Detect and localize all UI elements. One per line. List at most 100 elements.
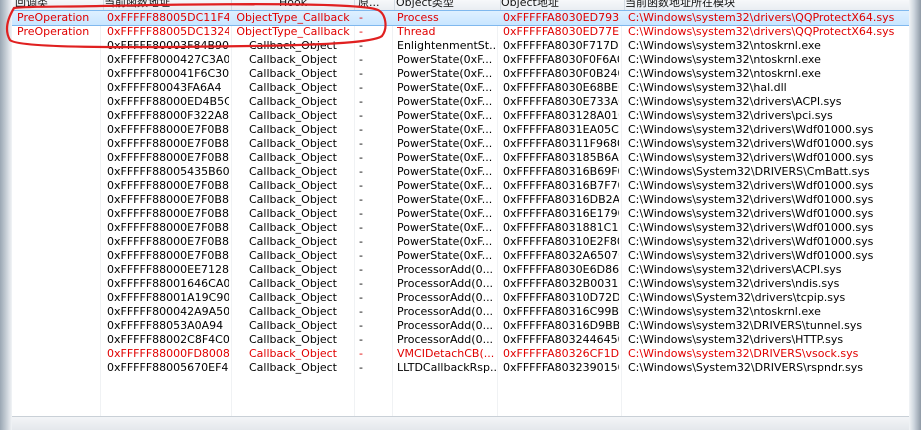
cell-hook: ObjectType_Callback (236, 11, 350, 24)
cell-function-address: 0xFFFFF88005DC11F4 (107, 11, 229, 24)
cell-hook: Callback_Object (249, 39, 337, 52)
cell-object-type: PowerState(0xF... (397, 95, 493, 108)
cell-module: C:\Windows\system32\ntoskrnl.exe (628, 305, 821, 318)
horizontal-scrollbar[interactable] (12, 416, 909, 430)
table-row[interactable]: 0xFFFFF88000ED4B5C Callback_Object - PowerS… (12, 95, 909, 109)
cell-object-address: 0xFFFFFA8030F0B240 (503, 67, 619, 80)
table-row[interactable]: 0xFFFFF800041F6C30 Callback_Object - PowerS… (12, 67, 909, 81)
cell-original: - (359, 81, 363, 94)
cell-module: C:\Windows\system32\drivers\ACPI.sys (628, 263, 842, 276)
cell-function-address: 0xFFFFF8000427C3A0 (107, 53, 229, 66)
cell-callback-type (17, 263, 99, 277)
table-row[interactable]: 0xFFFFF88002C8F4C0 Callback_Object - Proces… (12, 333, 909, 347)
cell-object-address: 0xFFFFFA8030E68BE0 (503, 81, 619, 94)
cell-original: - (359, 11, 363, 24)
cell-module: C:\Windows\system32\hal.dll (628, 81, 787, 94)
cell-callback-type (17, 249, 99, 263)
cell-object-type: ProcessorAdd(0... (397, 263, 494, 276)
table-row[interactable]: 0xFFFFF88001A19C90 Callback_Object - Proces… (12, 291, 909, 305)
cell-hook: Callback_Object (249, 207, 337, 220)
column-header-original[interactable]: 原... (355, 0, 395, 10)
column-header-callback-type[interactable]: 回调类 (12, 0, 104, 10)
cell-hook: Callback_Object (249, 263, 337, 276)
cell-module: C:\Windows\system32\ntoskrnl.exe (628, 67, 821, 80)
cell-object-address: 0xFFFFFA8031881C10 (503, 221, 619, 234)
cell-hook: Callback_Object (249, 53, 337, 66)
cell-hook: Callback_Object (249, 179, 337, 192)
cell-object-type: LLTDCallbackRsp... (397, 361, 496, 374)
cell-module: C:\Windows\system32\DRIVERS\tunnel.sys (628, 319, 863, 332)
cell-object-type: PowerState(0xF... (397, 137, 493, 150)
cell-original: - (359, 137, 363, 150)
table-row[interactable]: 0xFFFFF88005435B60 Callback_Object - PowerS… (12, 165, 909, 179)
cell-original: - (359, 235, 363, 248)
table-row[interactable]: 0xFFFFF88000E7F0B8 Callback_Object - PowerS… (12, 207, 909, 221)
table-row[interactable]: 0xFFFFF88000E7F0B8 Callback_Object - PowerS… (12, 249, 909, 263)
window-frame-right (909, 0, 921, 430)
cell-module: C:\Windows\System32\DRIVERS\rspndr.sys (628, 361, 863, 374)
cell-object-type: PowerState(0xF... (397, 207, 493, 220)
cell-original: - (359, 25, 363, 38)
table-row[interactable]: 0xFFFFF88000F322A8 Callback_Object - PowerS… (12, 109, 909, 123)
cell-object-address: 0xFFFFFA80316B7F70 (503, 179, 619, 192)
column-header-object-address[interactable]: Object地址 (498, 0, 625, 10)
cell-hook: ObjectType_Callback (236, 25, 350, 38)
cell-hook: Callback_Object (249, 291, 337, 304)
cell-object-address: 0xFFFFFA8030E6D860 (503, 263, 619, 276)
list-header: 回调类 当前函数地址 Hook 原... Object类型 Object地址 当… (12, 0, 909, 11)
callback-list-view[interactable]: 回调类 当前函数地址 Hook 原... Object类型 Object地址 当… (12, 0, 909, 430)
table-row[interactable]: 0xFFFFF80043FA6A4 Callback_Object - PowerSt… (12, 81, 909, 95)
table-row[interactable]: 0xFFFFF800042A9A50 Callback_Object - Proces… (12, 305, 909, 319)
cell-hook: Callback_Object (249, 221, 337, 234)
table-row[interactable]: 0xFFFFF88000E7F0B8 Callback_Object - PowerS… (12, 151, 909, 165)
table-row[interactable]: 0xFFFFF88000FD8008 Callback_Object - VMCIDe… (12, 347, 909, 361)
cell-callback-type (17, 235, 99, 249)
cell-object-address: 0xFFFFFA80326CF1D0 (503, 347, 619, 360)
table-row[interactable]: 0xFFFFF88000E7F0B8 Callback_Object - PowerS… (12, 179, 909, 193)
table-row[interactable]: 0xFFFFF88005670EF4 Callback_Object - LLTDCa… (12, 361, 909, 375)
cell-object-address: 0xFFFFFA8030F0F6A0 (503, 53, 619, 66)
cell-object-address: 0xFFFFFA8030F717D0 (503, 39, 619, 52)
cell-object-address: 0xFFFFFA8030ED7930 (503, 11, 619, 24)
table-row[interactable]: 0xFFFFF80003F84B90 Callback_Object - Enligh… (12, 39, 909, 53)
table-row[interactable]: PreOperation 0xFFFFF88005DC11F4 ObjectType… (12, 10, 909, 26)
column-header-module[interactable]: 当前函数地址所在模块 (622, 0, 909, 10)
cell-object-type: ProcessorAdd(0... (397, 319, 494, 332)
table-row[interactable]: 0xFFFFF88000E7F0B8 Callback_Object - PowerS… (12, 137, 909, 151)
cell-module: C:\Windows\system32\drivers\HTTP.sys (628, 333, 844, 346)
cell-callback-type (17, 193, 99, 207)
cell-original: - (359, 151, 363, 164)
cell-hook: Callback_Object (249, 67, 337, 80)
table-row[interactable]: 0xFFFFF88000EE7128 Callback_Object - Proces… (12, 263, 909, 277)
cell-hook: Callback_Object (249, 193, 337, 206)
cell-function-address: 0xFFFFF88000E7F0B8 (107, 123, 229, 136)
cell-object-address: 0xFFFFFA80316E1790 (503, 207, 619, 220)
cell-module: C:\Windows\System32\drivers\tcpip.sys (628, 291, 846, 304)
cell-object-address: 0xFFFFFA803128A010 (503, 109, 619, 122)
cell-object-address: 0xFFFFFA8030E733A0 (503, 95, 619, 108)
cell-hook: Callback_Object (249, 165, 337, 178)
table-row[interactable]: 0xFFFFF88000E7F0B8 Callback_Object - PowerS… (12, 235, 909, 249)
cell-module: C:\Windows\system32\drivers\pci.sys (628, 109, 833, 122)
table-row[interactable]: 0xFFFFF88053A0A94 Callback_Object - Process… (12, 319, 909, 333)
cell-object-address: 0xFFFFFA80311F9680 (503, 137, 619, 150)
column-header-object-type[interactable]: Object类型 (393, 0, 501, 10)
cell-callback-type (17, 53, 99, 67)
table-row[interactable]: PreOperation 0xFFFFF88005DC1324 ObjectType… (12, 25, 909, 39)
cell-callback-type (17, 207, 99, 221)
cell-object-address: 0xFFFFFA80316B69F0 (503, 165, 619, 178)
cell-original: - (359, 95, 363, 108)
table-row[interactable]: 0xFFFFF88000E7F0B8 Callback_Object - PowerS… (12, 123, 909, 137)
cell-object-type: PowerState(0xF... (397, 193, 493, 206)
cell-callback-type (17, 291, 99, 305)
column-header-function-address[interactable]: 当前函数地址 (101, 0, 232, 10)
cell-module: C:\Windows\system32\drivers\Wdf01000.sys (628, 123, 874, 136)
table-row[interactable]: 0xFFFFF8000427C3A0 Callback_Object - PowerS… (12, 53, 909, 67)
table-row[interactable]: 0xFFFFF88000E7F0B8 Callback_Object - PowerS… (12, 221, 909, 235)
column-header-hook[interactable]: Hook (232, 0, 355, 10)
table-row[interactable]: 0xFFFFF88000E7F0B8 Callback_Object - PowerS… (12, 193, 909, 207)
table-row[interactable]: 0xFFFFF88001646CA0 Callback_Object - Proces… (12, 277, 909, 291)
cell-callback-type (17, 347, 99, 361)
cell-object-address: 0xFFFFFA8031EA05C0 (503, 123, 619, 136)
cell-callback-type (17, 319, 99, 333)
